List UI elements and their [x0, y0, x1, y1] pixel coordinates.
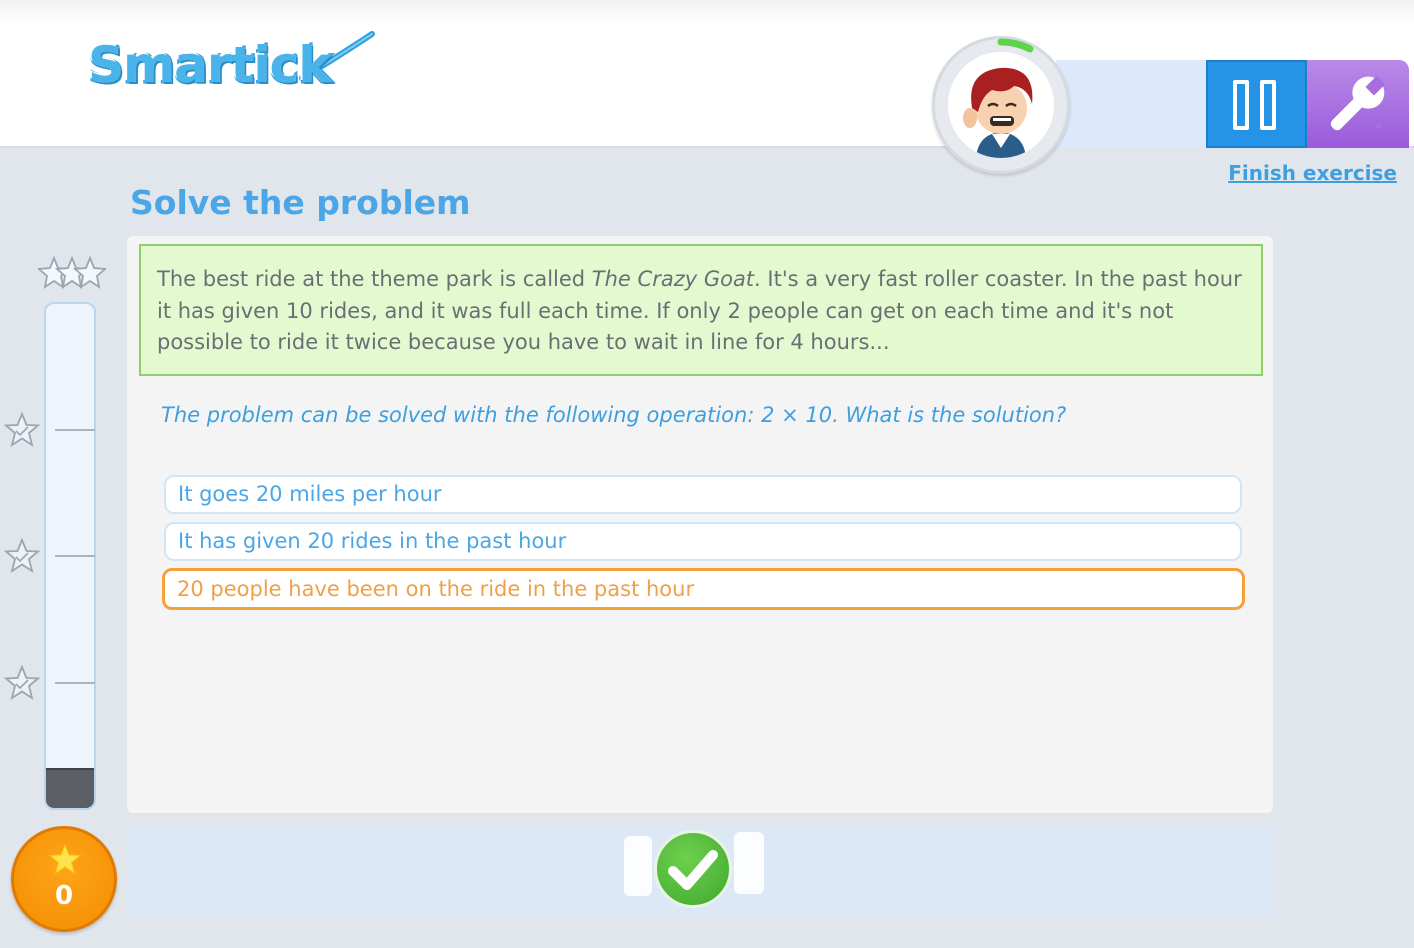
answer-option-selected[interactable]: 20 people have been on the ride in the p… [162, 568, 1245, 610]
star-outline-icon [4, 665, 40, 701]
logo-text: Smartick [86, 35, 332, 96]
avatar-icon [948, 52, 1054, 158]
answer-option[interactable]: It has given 20 rides in the past hour [164, 522, 1242, 561]
problem-statement: The best ride at the theme park is calle… [139, 244, 1263, 376]
status-strip [1056, 60, 1208, 148]
smartick-logo: Smartick [86, 28, 378, 108]
progress-fill [46, 767, 94, 808]
decoration-right [734, 832, 764, 894]
page-title: Solve the problem [130, 183, 471, 222]
star-icon [49, 843, 81, 875]
level-tick [55, 555, 95, 557]
score-value: 0 [54, 881, 74, 911]
three-stars-icon [38, 255, 106, 289]
pause-icon [1233, 80, 1276, 130]
ride-name: The Crazy Goat [591, 267, 755, 291]
finish-exercise-link[interactable]: Finish exercise [1228, 161, 1397, 185]
problem-text-start: The best ride at the theme park is calle… [157, 267, 592, 291]
level-tick [55, 682, 95, 684]
star-outline-icon [4, 412, 40, 448]
avatar [932, 36, 1070, 174]
checkmark-icon [668, 850, 718, 890]
wrench-icon [1330, 75, 1386, 131]
score-badge: 0 [11, 826, 117, 932]
question-prompt: The problem can be solved with the follo… [161, 403, 1067, 427]
pause-button[interactable] [1206, 60, 1307, 148]
top-header: Smartick [0, 0, 1414, 174]
settings-button[interactable] [1307, 60, 1409, 148]
star-outline-icon [4, 538, 40, 574]
decoration-left [624, 836, 652, 896]
level-tick [55, 429, 95, 431]
submit-button[interactable] [654, 830, 732, 908]
answer-option[interactable]: It goes 20 miles per hour [164, 475, 1242, 514]
exercise-panel: The best ride at the theme park is calle… [127, 236, 1273, 813]
